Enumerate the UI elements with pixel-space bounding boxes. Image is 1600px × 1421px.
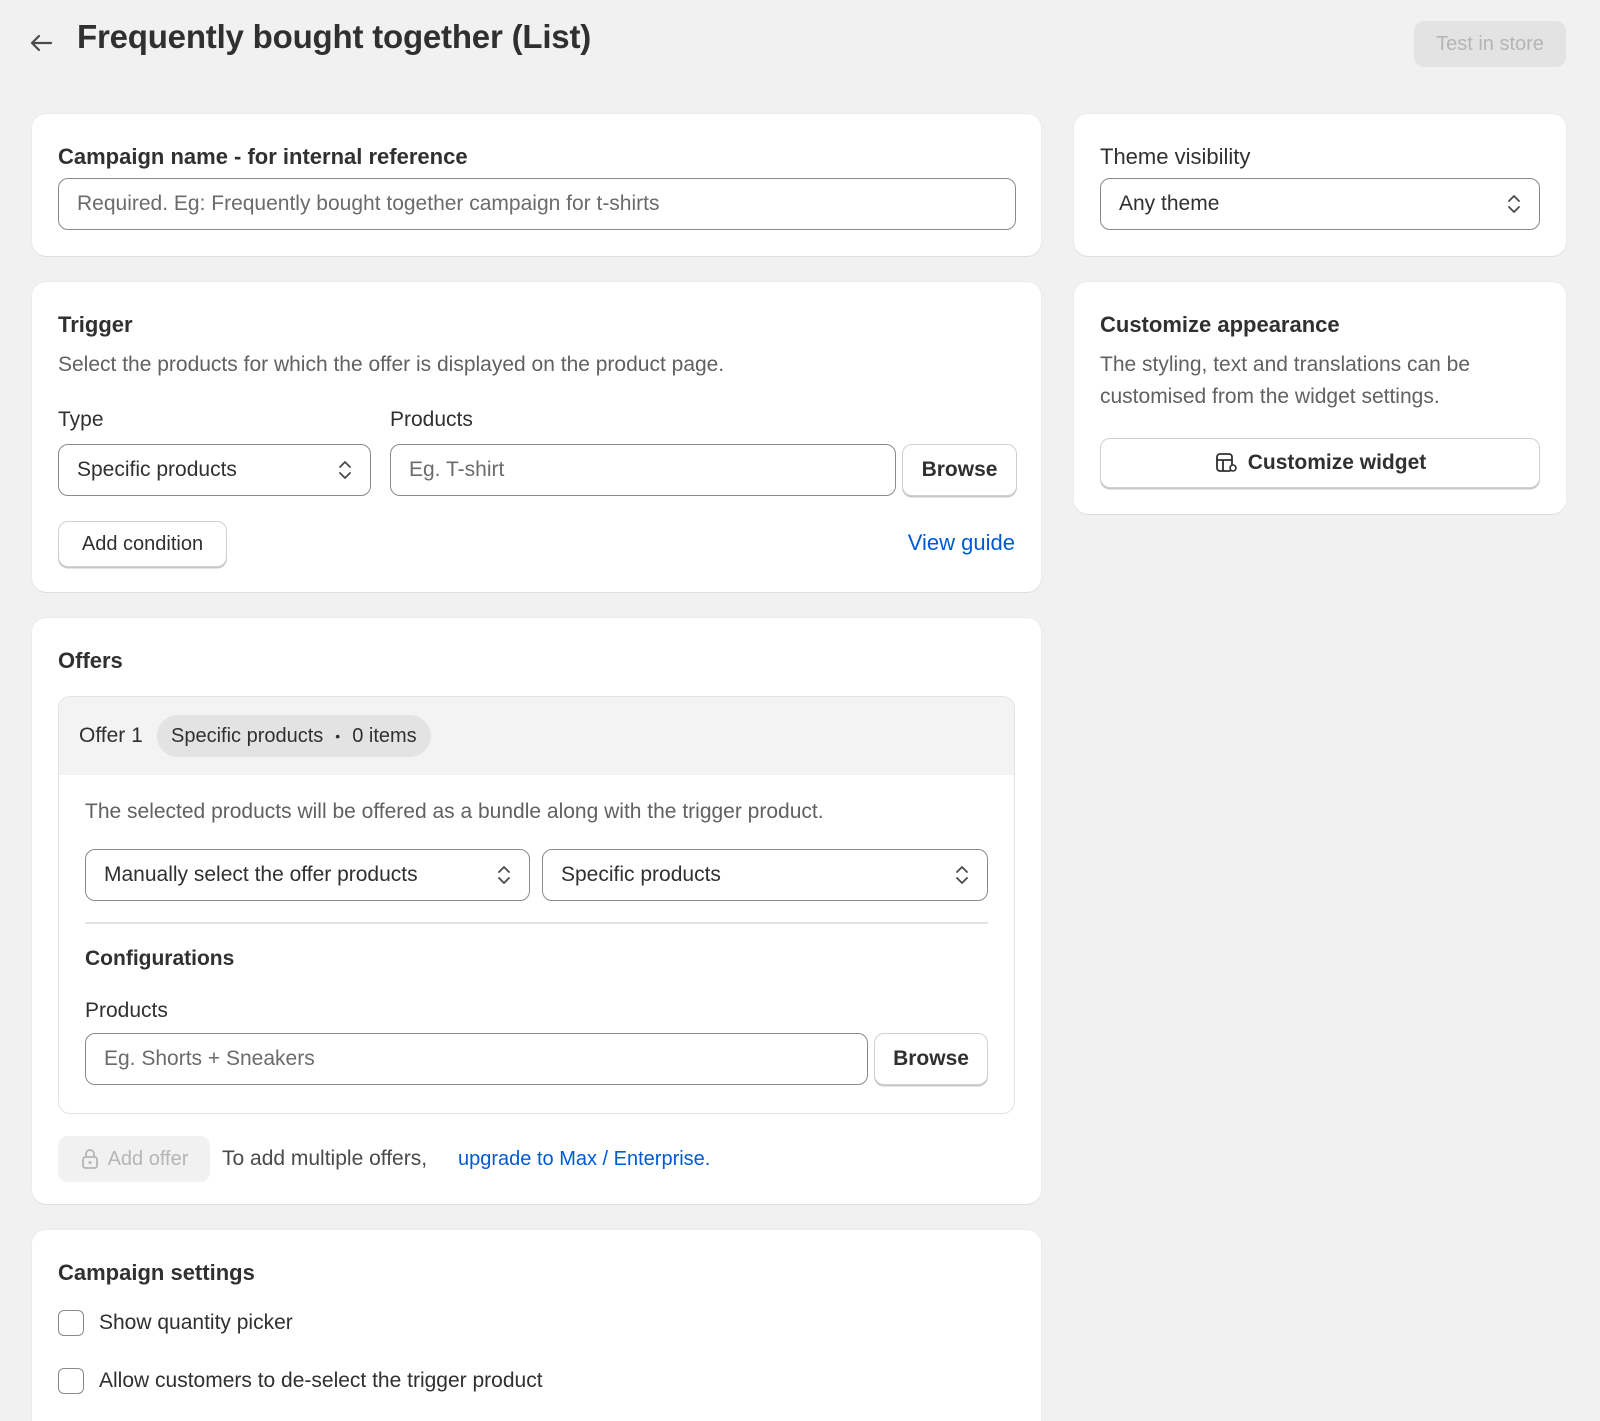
offer-products-label: Products: [85, 999, 168, 1022]
offers-card: Offers Offer 1 Specific products • 0 ite…: [32, 618, 1041, 1204]
trigger-browse-button[interactable]: Browse: [902, 444, 1017, 496]
offer-1-box: Offer 1 Specific products • 0 items The …: [58, 696, 1015, 1114]
offer-scope-value: Specific products: [561, 863, 721, 886]
trigger-products-input[interactable]: [390, 444, 896, 496]
offer-badge-count: 0 items: [352, 724, 417, 747]
offers-title: Offers: [58, 648, 123, 673]
trigger-title: Trigger: [58, 312, 133, 337]
offer-badge-type: Specific products: [171, 724, 324, 747]
deselect-trigger-label[interactable]: Allow customers to de-select the trigger…: [99, 1369, 543, 1393]
offer-1-name: Offer 1: [79, 724, 143, 747]
offer-divider: [85, 922, 988, 924]
add-offer-button[interactable]: Add offer: [58, 1136, 210, 1182]
offer-products-input[interactable]: [85, 1033, 868, 1085]
customize-widget-label: Customize widget: [1247, 451, 1427, 474]
upgrade-link[interactable]: upgrade to Max / Enterprise.: [458, 1148, 710, 1171]
campaign-name-input[interactable]: [58, 178, 1016, 230]
campaign-settings-title: Campaign settings: [58, 1260, 255, 1285]
trigger-description: Select the products for which the offer …: [58, 353, 725, 376]
add-condition-button[interactable]: Add condition: [58, 521, 227, 567]
trigger-type-label: Type: [58, 408, 104, 431]
lock-icon: [80, 1148, 100, 1170]
customize-title: Customize appearance: [1100, 312, 1340, 337]
trigger-products-label: Products: [390, 408, 473, 431]
offer-browse-button[interactable]: Browse: [874, 1033, 988, 1085]
customize-widget-button[interactable]: Customize widget: [1100, 438, 1540, 488]
offer-mode-value: Manually select the offer products: [104, 863, 418, 886]
show-quantity-picker-checkbox[interactable]: [58, 1310, 84, 1336]
trigger-type-select[interactable]: Specific products: [58, 444, 371, 496]
select-chevrons-icon: [1507, 193, 1521, 215]
customize-widget-icon: [1214, 451, 1238, 475]
customize-appearance-card: Customize appearance The styling, text a…: [1074, 282, 1566, 514]
add-offer-label: Add offer: [107, 1147, 189, 1170]
theme-visibility-select[interactable]: Any theme: [1100, 178, 1540, 230]
back-arrow-icon[interactable]: [26, 28, 56, 58]
badge-separator: •: [335, 728, 341, 744]
test-in-store-button[interactable]: Test in store: [1414, 21, 1566, 67]
view-guide-link[interactable]: View guide: [908, 530, 1015, 556]
select-chevrons-icon: [497, 864, 511, 886]
campaign-settings-card: Campaign settings Show quantity picker A…: [32, 1230, 1041, 1421]
trigger-card: Trigger Select the products for which th…: [32, 282, 1041, 592]
campaign-name-card: Campaign name - for internal reference: [32, 114, 1041, 256]
select-chevrons-icon: [338, 459, 352, 481]
show-quantity-picker-label[interactable]: Show quantity picker: [99, 1311, 293, 1335]
offer-mode-select[interactable]: Manually select the offer products: [85, 849, 530, 901]
theme-visibility-card: Theme visibility Any theme: [1074, 114, 1566, 256]
campaign-name-label: Campaign name - for internal reference: [58, 144, 468, 169]
configurations-title: Configurations: [85, 947, 235, 970]
offer-1-badge: Specific products • 0 items: [157, 715, 431, 757]
select-chevrons-icon: [955, 864, 969, 886]
page-header: Frequently bought together (List) Test i…: [0, 0, 1600, 90]
theme-visibility-label: Theme visibility: [1100, 144, 1251, 169]
page-title: Frequently bought together (List): [77, 18, 592, 55]
deselect-trigger-checkbox[interactable]: [58, 1368, 84, 1394]
offer-scope-select[interactable]: Specific products: [542, 849, 988, 901]
upgrade-text: To add multiple offers,: [222, 1147, 428, 1170]
offer-1-description: The selected products will be offered as…: [85, 800, 824, 823]
theme-visibility-value: Any theme: [1119, 192, 1220, 215]
trigger-type-value: Specific products: [77, 458, 237, 481]
customize-description: The styling, text and translations can b…: [1100, 353, 1471, 408]
offer-1-header[interactable]: Offer 1 Specific products • 0 items: [59, 697, 1014, 775]
